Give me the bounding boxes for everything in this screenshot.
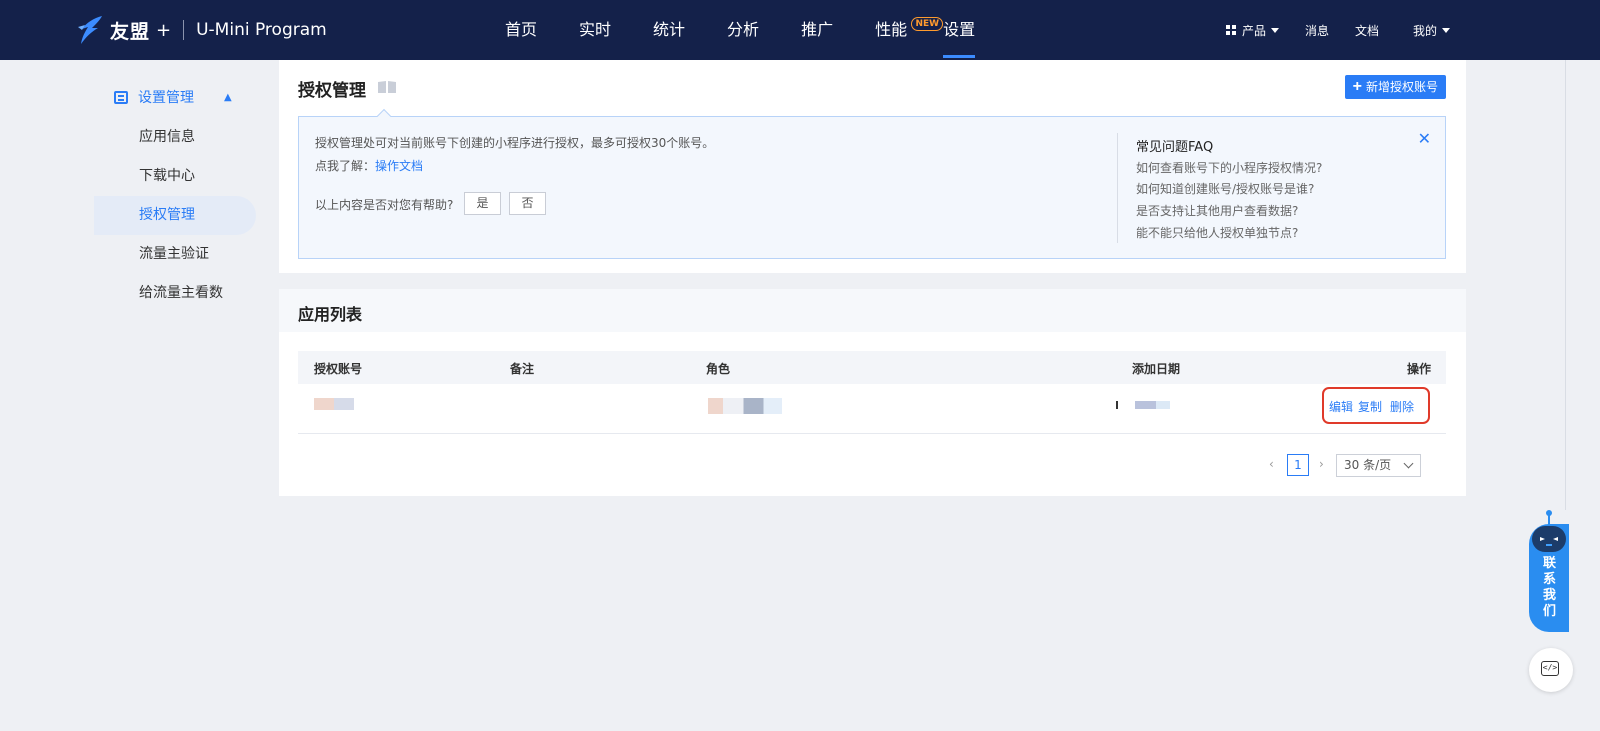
- grid-icon: [1225, 25, 1236, 35]
- caret-down-icon: [1442, 27, 1450, 33]
- new-badge: NEW: [911, 17, 944, 31]
- current-page-button[interactable]: 1: [1287, 454, 1309, 476]
- brand-plus: +: [156, 19, 172, 41]
- main-nav: 首页 实时 统计 分析 推广 性能 NEW 设置: [505, 0, 1017, 60]
- contact-us-widget[interactable]: 联系我们: [1529, 510, 1569, 632]
- faq-item[interactable]: 如何查看账号下的小程序授权情况?: [1136, 159, 1322, 176]
- app-list-header: 应用列表: [279, 289, 1466, 332]
- blurred-role: [708, 398, 782, 414]
- caret-down-icon: [1270, 27, 1279, 33]
- nav-performance[interactable]: 性能 NEW: [875, 0, 944, 60]
- contact-us-label: 联系我们: [1543, 556, 1557, 619]
- settings-list-icon: [114, 90, 128, 104]
- column-actions: 操作: [1407, 362, 1432, 376]
- robot-face-icon: [1532, 526, 1566, 552]
- brand-product: U-Mini Program: [196, 20, 327, 40]
- add-button-label: 新增授权账号: [1365, 80, 1438, 94]
- page-edge-line: [1565, 60, 1566, 510]
- help-pointer: [376, 108, 392, 124]
- help-divider: [1117, 133, 1118, 243]
- operation-doc-link[interactable]: 操作文档: [375, 159, 423, 173]
- help-description: 授权管理处可对当前账号下创建的小程序进行授权，最多可授权30个账号。: [315, 136, 715, 150]
- faq-title: 常见问题FAQ: [1136, 140, 1214, 155]
- app-list-title: 应用列表: [298, 305, 363, 324]
- docs-link[interactable]: 文档: [1355, 22, 1379, 39]
- sidebar-item-traffic-verify[interactable]: 流量主验证: [94, 235, 256, 274]
- table-header: 授权账号 备注 角色 添加日期 操作: [298, 351, 1446, 384]
- helpful-question: 以上内容是否对您有帮助?: [315, 198, 454, 212]
- sidebar-item-share-data[interactable]: 给流量主看数: [94, 274, 256, 313]
- chevron-up-icon: ▲: [224, 91, 232, 103]
- page-size-select[interactable]: 30 条/页: [1336, 454, 1421, 477]
- app-list-card: 应用列表 授权账号 备注 角色 添加日期 操作 编辑 复制 删除 ‹ 1 › 3…: [279, 289, 1466, 496]
- nav-performance-label: 性能: [875, 20, 908, 39]
- next-page-icon[interactable]: ›: [1319, 457, 1324, 471]
- brand-name: 友盟: [110, 20, 151, 43]
- faq-item[interactable]: 是否支持让其他用户查看数据?: [1136, 202, 1298, 219]
- column-date: 添加日期: [1132, 362, 1181, 376]
- help-learn-more: 点我了解：操作文档: [315, 157, 423, 174]
- sidebar-item-download-center[interactable]: 下载中心: [94, 157, 256, 196]
- edit-link[interactable]: 编辑: [1329, 398, 1353, 415]
- delete-link[interactable]: 删除: [1390, 398, 1414, 415]
- nav-realtime[interactable]: 实时: [579, 0, 611, 60]
- prev-page-icon[interactable]: ‹: [1269, 457, 1274, 471]
- faq-item[interactable]: 能不能只给他人授权单独节点?: [1136, 224, 1298, 241]
- code-feedback-button[interactable]: </>: [1529, 648, 1573, 692]
- nav-promotion[interactable]: 推广: [801, 0, 833, 60]
- sidebar-section-label: 设置管理: [138, 90, 194, 106]
- blurred-date-part: [1156, 401, 1170, 409]
- sidebar: 设置管理 ▲ 应用信息 下载中心 授权管理 流量主验证 给流量主看数: [94, 76, 256, 313]
- column-role: 角色: [706, 362, 731, 376]
- book-icon[interactable]: [377, 80, 397, 94]
- page-title: 授权管理: [298, 81, 366, 101]
- plus-icon: +: [1352, 78, 1362, 95]
- sidebar-item-app-info[interactable]: 应用信息: [94, 118, 256, 157]
- sidebar-item-authorization[interactable]: 授权管理: [94, 196, 256, 235]
- products-label: 产品: [1241, 23, 1266, 38]
- nav-settings[interactable]: 设置: [943, 0, 976, 60]
- top-navigation-bar: 友盟 + U-Mini Program 首页 实时 统计 分析 推广 性能 NE…: [0, 0, 1600, 60]
- authorization-card: 授权管理 + 新增授权账号 授权管理处可对当前账号下创建的小程序进行授权，最多可…: [279, 60, 1466, 273]
- code-icon: </>: [1541, 661, 1559, 676]
- header-right-menu: 产品 消息 文档 我的: [1200, 0, 1450, 60]
- help-learn-prefix: 点我了解：: [315, 159, 376, 173]
- user-menu[interactable]: 我的: [1413, 22, 1450, 39]
- brand-divider: [183, 20, 185, 40]
- column-account: 授权账号: [314, 362, 363, 376]
- messages-link[interactable]: 消息: [1305, 22, 1329, 39]
- copy-link[interactable]: 复制: [1358, 398, 1382, 415]
- brand-logo[interactable]: 友盟 + U-Mini Program: [76, 14, 327, 46]
- chevron-down-icon: [1403, 458, 1414, 469]
- close-icon[interactable]: ✕: [1418, 129, 1431, 148]
- sidebar-section-settings[interactable]: 设置管理 ▲: [94, 76, 256, 118]
- add-authorized-account-button[interactable]: + 新增授权账号: [1344, 75, 1446, 99]
- nav-home[interactable]: 首页: [505, 0, 537, 60]
- products-menu[interactable]: 产品: [1225, 22, 1279, 39]
- column-remark: 备注: [510, 362, 535, 376]
- helpful-yes-button[interactable]: 是: [464, 192, 501, 215]
- table-row: 编辑 复制 删除: [298, 384, 1446, 434]
- nav-analysis[interactable]: 分析: [727, 0, 759, 60]
- user-menu-label: 我的: [1412, 23, 1437, 38]
- helpful-no-button[interactable]: 否: [509, 192, 546, 215]
- nav-statistics[interactable]: 统计: [653, 0, 685, 60]
- page-size-value: 30 条/页: [1344, 458, 1392, 472]
- faq-item[interactable]: 如何知道创建账号/授权账号是谁?: [1136, 180, 1314, 197]
- umeng-bird-icon: [78, 16, 102, 44]
- blurred-account: [314, 398, 354, 410]
- help-panel: 授权管理处可对当前账号下创建的小程序进行授权，最多可授权30个账号。 点我了解：…: [298, 108, 1446, 259]
